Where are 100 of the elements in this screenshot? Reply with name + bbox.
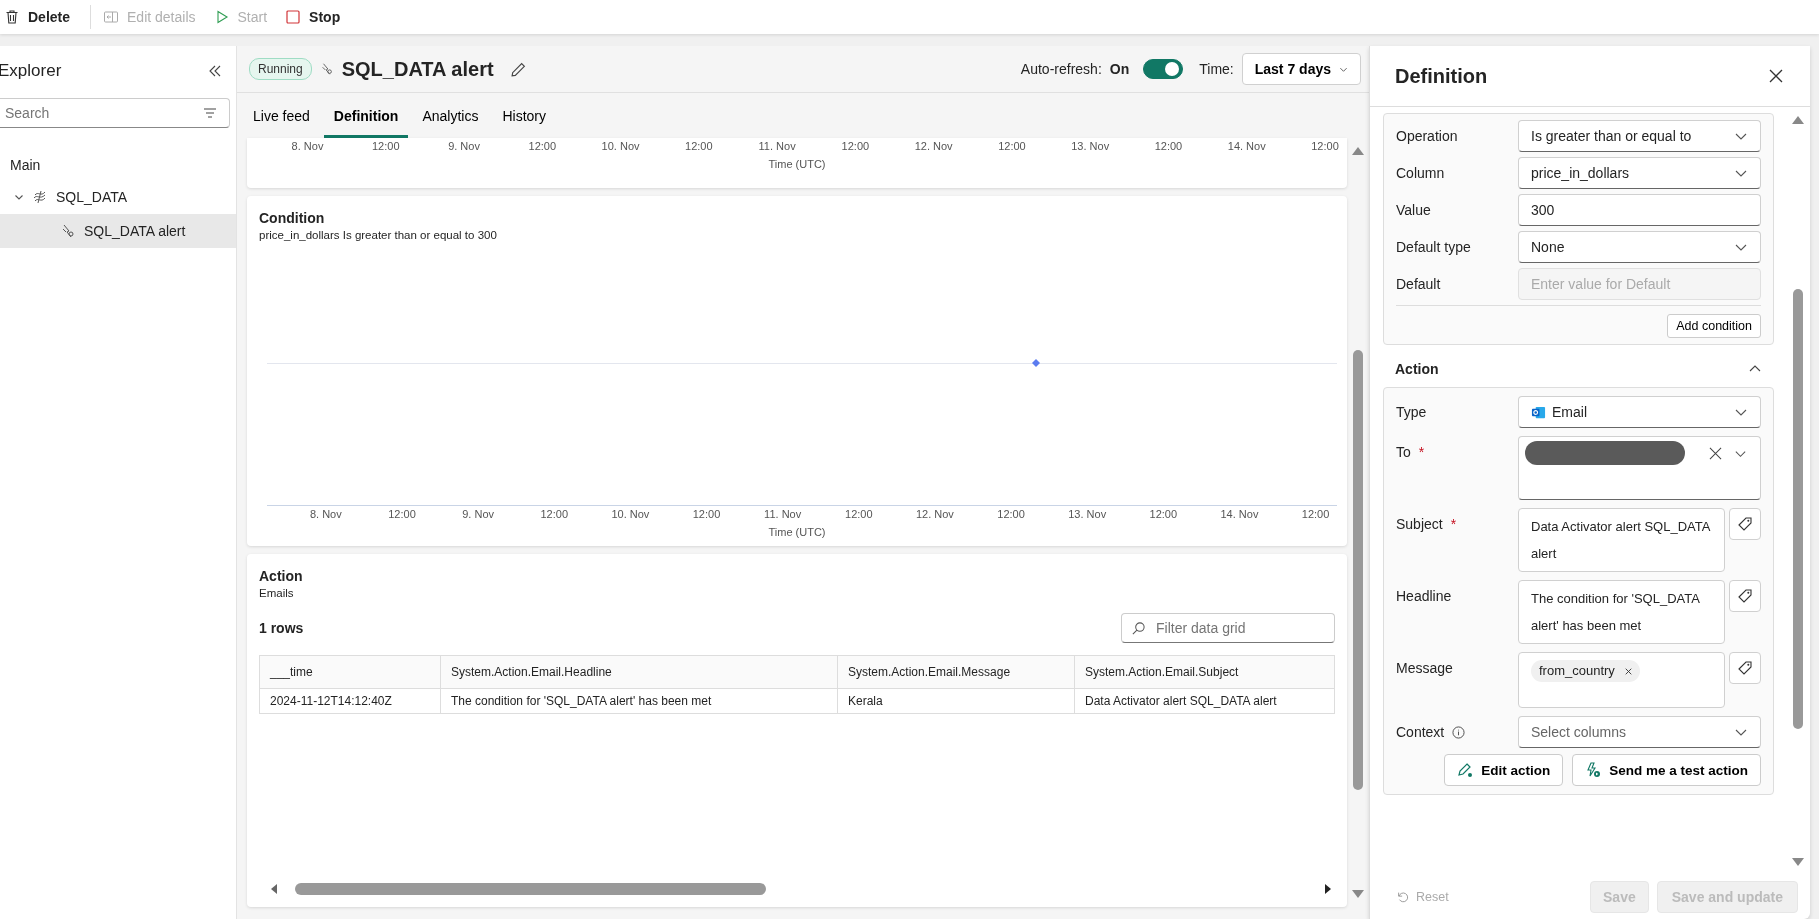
scroll-down-icon[interactable] <box>1352 889 1364 899</box>
tick-label: 14. Nov <box>1227 140 1266 152</box>
tab[interactable]: History <box>492 96 556 138</box>
section-title: Action <box>1395 361 1439 377</box>
toolbar-button[interactable]: Delete <box>2 5 81 29</box>
tick-label: 12:00 <box>1154 140 1183 152</box>
required-mark: * <box>1450 515 1457 534</box>
tick-label: 12. Nov <box>915 508 954 520</box>
stop-icon <box>285 9 302 25</box>
tick-label: 12:00 <box>528 140 557 152</box>
time-dropdown[interactable]: Last 7 days <box>1241 53 1361 85</box>
tab[interactable]: Analytics <box>412 96 489 138</box>
close-icon[interactable] <box>1768 68 1784 84</box>
scroll-right-icon[interactable] <box>1323 884 1333 894</box>
column-header[interactable]: ___time <box>259 655 441 689</box>
panel-title: Explorer <box>0 61 62 81</box>
pencil-icon <box>1457 762 1474 778</box>
dropdown[interactable]: None <box>1518 231 1761 263</box>
tick-label: 10. Nov <box>601 140 640 152</box>
recipients-field[interactable] <box>1518 436 1761 500</box>
field-label: Column <box>1396 164 1446 183</box>
auto-refresh-label: Auto-refresh: <box>1020 61 1102 77</box>
edit-icon <box>103 9 120 25</box>
info-icon[interactable] <box>1452 725 1466 739</box>
auto-refresh-value: On <box>1109 61 1130 77</box>
scroll-left-icon[interactable] <box>269 884 279 894</box>
field-label: Value <box>1396 201 1432 220</box>
axis-label: Time (UTC) <box>767 526 827 538</box>
text-area[interactable]: Data Activator alert SQL_DATA alert <box>1518 508 1725 572</box>
tick-label: 12:00 <box>692 508 721 520</box>
tick-label: 12:00 <box>540 508 568 520</box>
add-condition-button[interactable]: Add condition <box>1667 314 1761 338</box>
text-area[interactable]: The condition for 'SQL_DATA alert' has been met <box>1518 580 1725 644</box>
panel-title: Definition <box>1395 64 1488 88</box>
field-label: Operation <box>1396 127 1459 146</box>
pencil-icon[interactable] <box>509 60 527 78</box>
message-field[interactable]: from_country <box>1518 652 1725 708</box>
collapse-icon[interactable] <box>208 64 222 78</box>
chevron-icon[interactable] <box>14 192 24 202</box>
dropdown[interactable]: Is greater than or equal to <box>1518 120 1761 152</box>
clear-icon[interactable] <box>1709 447 1722 460</box>
field-label: Context <box>1396 723 1445 742</box>
field-label: Default type <box>1396 238 1472 257</box>
card-subtitle: Emails <box>259 587 295 599</box>
dropdown[interactable]: Select columns <box>1518 716 1761 748</box>
toggle-switch[interactable] <box>1143 59 1184 79</box>
tick-label: 12:00 <box>841 140 870 152</box>
axis-label: Time (UTC) <box>767 158 827 170</box>
field-label: Message <box>1396 659 1453 678</box>
action-button[interactable]: Send me a test action <box>1572 754 1761 786</box>
scroll-up-icon[interactable] <box>1352 146 1364 156</box>
tag-icon <box>1737 516 1753 532</box>
tag-icon <box>1737 660 1753 676</box>
filter-icon[interactable] <box>202 105 218 121</box>
tag-button[interactable] <box>1729 652 1761 684</box>
tick-label: 13. Nov <box>1068 508 1107 520</box>
tree-item[interactable]: SQL_DATA <box>0 180 236 214</box>
stream-icon <box>32 189 48 205</box>
tick-label: 14. Nov <box>1220 508 1259 520</box>
status-badge: Running <box>249 58 312 80</box>
scroll-down-icon[interactable] <box>1792 857 1804 867</box>
scrollbar-thumb[interactable] <box>295 883 767 895</box>
field-label: Type <box>1396 403 1427 422</box>
tick-label: 12:00 <box>1301 508 1330 520</box>
tick-label: 13. Nov <box>1071 140 1110 152</box>
column-header[interactable]: System.Action.Email.Headline <box>440 655 838 689</box>
undo-icon <box>1396 890 1410 904</box>
tick-label: 12:00 <box>388 508 416 520</box>
column-header[interactable]: System.Action.Email.Subject <box>1074 655 1335 689</box>
tick-label: 8. Nov <box>309 508 342 520</box>
action-button[interactable]: Edit action <box>1444 754 1564 786</box>
search-field[interactable]: Search <box>0 98 230 128</box>
tick-label: 12:00 <box>372 140 400 152</box>
tag-button[interactable] <box>1729 580 1761 612</box>
tag-chip[interactable]: from_country <box>1531 660 1640 682</box>
card-title: Condition <box>259 210 326 226</box>
dropdown[interactable]: price_in_dollars <box>1518 157 1761 189</box>
toolbar-button[interactable]: Stop <box>283 5 351 29</box>
tick-label: 9. Nov <box>448 140 480 152</box>
tick-label: 12. Nov <box>914 140 953 152</box>
filter-field[interactable]: Filter data grid <box>1121 613 1335 643</box>
tag-icon <box>1737 588 1753 604</box>
remove-icon[interactable] <box>1624 667 1632 675</box>
card-title: Action <box>259 568 304 584</box>
dropdown[interactable]: Email <box>1518 396 1761 428</box>
table-cell: The condition for 'SQL_DATA alert' has been met <box>440 688 838 714</box>
scrollbar-thumb[interactable] <box>1793 289 1803 729</box>
alert-title: SQL_DATA alert <box>341 57 494 81</box>
tick-label: 10. Nov <box>611 508 650 520</box>
scroll-up-icon[interactable] <box>1792 115 1804 125</box>
column-header[interactable]: System.Action.Email.Message <box>837 655 1075 689</box>
tree-item[interactable]: SQL_DATA alert <box>0 214 236 248</box>
tag-button[interactable] <box>1729 508 1761 540</box>
table-cell: Kerala <box>837 688 1075 714</box>
scrollbar-thumb[interactable] <box>1353 350 1363 790</box>
time-label: Time: <box>1199 61 1234 77</box>
field-label: Headline <box>1396 587 1452 606</box>
tick-label: 8. Nov <box>291 140 324 152</box>
text-field[interactable]: 300 <box>1518 194 1761 226</box>
tab[interactable]: Live feed <box>243 96 320 138</box>
